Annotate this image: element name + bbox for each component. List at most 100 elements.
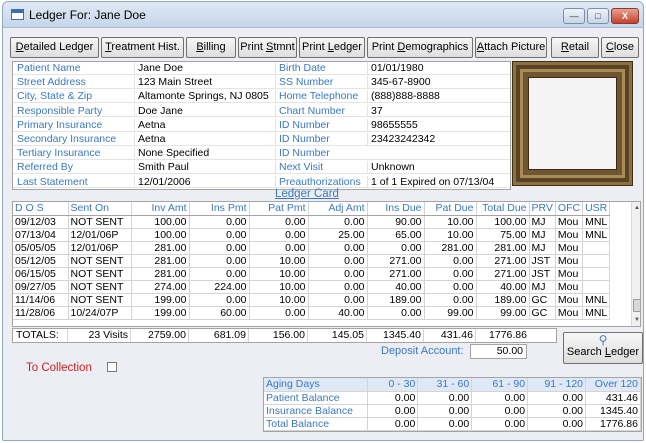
info-value[interactable]: 1 of 1 Expired on 07/13/04 (367, 175, 509, 188)
ledger-cell: GC (529, 293, 556, 307)
ledger-row[interactable]: 09/12/03 NOT SENT 100.00 0.00 0.00 0.00 90.00 1… (13, 215, 611, 229)
info-value[interactable]: (888)888-8888 (367, 90, 509, 103)
info-value[interactable]: Jane Doe (134, 62, 272, 74)
totals-inv-amt: 2759.00 (131, 329, 189, 342)
close-window-button[interactable]: X (611, 8, 639, 24)
ledger-cell: 100.00 (476, 215, 530, 229)
detailed-ledger-button[interactable]: Detailed Ledger (10, 37, 99, 58)
ledger-row[interactable]: 05/05/05 12/01/06P 281.00 0.00 0.00 0.00 0.00 2… (13, 241, 611, 255)
ledger-header-row: D O S Sent On Inv Amt Ins Pmt Pat Pmt Adj Amt… (13, 202, 611, 216)
ledger-column-header[interactable]: Pat Due (424, 202, 477, 216)
print-ledger-button[interactable]: Print Ledger (299, 37, 365, 58)
aging-value: 0.00 (471, 391, 529, 405)
ledger-cell: MNL (582, 228, 611, 242)
ledger-cell: 271.00 (367, 267, 425, 281)
ledger-cell: Mou (555, 254, 584, 268)
ledger-cell: 189.00 (476, 293, 530, 307)
ledger-column-header[interactable]: D O S (13, 202, 69, 216)
info-value[interactable]: Aetna (134, 133, 272, 145)
print-statement-button[interactable]: Print Stmnt (238, 37, 297, 58)
ledger-cell: Mou (555, 267, 584, 281)
aging-header-cell: Over 120 (585, 378, 641, 392)
ledger-row[interactable]: 11/28/06 10/24/07P 199.00 60.00 0.00 40.00 0.0… (13, 306, 611, 320)
info-value[interactable]: Smith Paul (134, 161, 272, 174)
search-ledger-button[interactable]: ⚲ Search Ledger (563, 332, 643, 364)
ledger-cell: 0.00 (308, 254, 368, 268)
ledger-column-header[interactable]: Inv Amt (131, 202, 190, 216)
ledger-cell: 271.00 (367, 254, 425, 268)
info-value[interactable]: Unknown (367, 161, 509, 174)
ledger-row[interactable]: 06/15/05 NOT SENT 281.00 0.00 10.00 0.00 271.0… (13, 267, 611, 281)
ledger-cell: 100.00 (131, 215, 190, 229)
treatment-history-button[interactable]: Treatment Hist. (101, 37, 184, 58)
info-value[interactable]: 12/01/2006 (134, 175, 272, 188)
ledger-cell: Mou (555, 280, 584, 294)
ledger-column-header[interactable]: USR (582, 202, 611, 216)
ledger-cell: 10/24/07P (68, 306, 132, 320)
ledger-cell: Mou (555, 228, 584, 242)
patient-info-row: Street Address 123 Main Street SS Number 34… (13, 76, 510, 90)
info-value[interactable]: 345-67-8900 (367, 76, 509, 89)
aging-row: Total Balance 0.00 0.00 0.00 0.00 1776.86 (264, 417, 641, 432)
ledger-row[interactable]: 09/27/05 NOT SENT 274.00 224.00 10.00 0.00 40.… (13, 280, 611, 294)
ledger-cell: 65.00 (367, 228, 425, 242)
info-value[interactable]: Altamonte Springs, NJ 0805 (134, 90, 272, 103)
ledger-row[interactable]: 11/14/06 NOT SENT 199.00 0.00 10.00 0.00 189.0… (13, 293, 611, 307)
totals-label: TOTALS: (13, 329, 68, 342)
billing-button[interactable]: Billing (186, 37, 236, 58)
to-collection-checkbox[interactable] (107, 362, 117, 372)
attach-picture-button[interactable]: Attach Picture (475, 37, 547, 58)
to-collection-label: To Collection (26, 362, 92, 374)
info-label: Home Telephone (275, 90, 367, 103)
ledger-cell (582, 267, 611, 281)
ledger-cell: 281.00 (131, 267, 190, 281)
ledger-column-header[interactable]: Sent On (68, 202, 132, 216)
info-label: ID Number (275, 147, 367, 160)
ledger-cell: 281.00 (131, 241, 190, 255)
ledger-column-header[interactable]: Adj Amt (308, 202, 368, 216)
scroll-up-arrow-icon[interactable]: ▲ (632, 203, 640, 213)
ledger-column-header[interactable]: PRV (529, 202, 556, 216)
info-value[interactable]: Aetna (134, 118, 272, 131)
ledger-cell: 40.00 (308, 306, 368, 320)
ledger-column-header[interactable]: OFC (555, 202, 584, 216)
ledger-cell: MNL (582, 306, 611, 320)
print-demographics-button[interactable]: Print Demographics (367, 37, 473, 58)
info-value[interactable]: None Specified (134, 147, 272, 160)
ledger-column-header[interactable]: Total Due (476, 202, 530, 216)
info-value[interactable]: 98655555 (367, 118, 509, 131)
ledger-row[interactable]: 07/13/04 12/01/06P 100.00 0.00 0.00 25.00 65.0… (13, 228, 611, 242)
ledger-cell: 281.00 (131, 254, 190, 268)
ledger-cell: MNL (582, 293, 611, 307)
scroll-down-arrow-icon[interactable]: ▼ (632, 315, 640, 325)
ledger-cell: 05/05/05 (13, 241, 69, 255)
info-value[interactable]: 01/01/1980 (367, 62, 509, 74)
ledger-cell (582, 241, 611, 255)
ledger-column-header[interactable]: Ins Pmt (189, 202, 250, 216)
info-value[interactable]: 123 Main Street (134, 76, 272, 89)
scroll-thumb[interactable] (633, 299, 640, 312)
ledger-cell: 281.00 (424, 241, 477, 255)
ledger-cell: 10.00 (249, 293, 309, 307)
retail-button[interactable]: Retail (551, 37, 599, 58)
ledger-scrollbar[interactable]: ▲ ▼ (631, 202, 640, 326)
aging-value: 0.00 (367, 404, 419, 419)
ledger-cell: 100.00 (131, 228, 190, 242)
aging-value: 0.00 (527, 391, 586, 405)
close-button[interactable]: Close (601, 37, 639, 58)
ledger-column-header[interactable]: Pat Pmt (249, 202, 309, 216)
maximize-button[interactable]: □ (587, 8, 609, 24)
patient-info-row: Last Statement 12/01/2006 Preauthorization… (13, 175, 510, 189)
info-value[interactable]: Doe Jane (134, 104, 272, 117)
ledger-cell: Mou (555, 241, 584, 255)
deposit-account-field[interactable]: 50.00 (470, 344, 527, 359)
ledger-cell: 271.00 (476, 254, 530, 268)
minimize-button[interactable]: — (563, 8, 585, 24)
ledger-row[interactable]: 05/12/05 NOT SENT 281.00 0.00 10.00 0.00 271.0… (13, 254, 611, 268)
info-value[interactable]: 37 (367, 104, 509, 117)
patient-picture-frame[interactable] (512, 61, 633, 186)
info-label: Street Address (17, 76, 86, 89)
ledger-column-header[interactable]: Ins Due (367, 202, 425, 216)
info-value[interactable]: 23423242342 (367, 133, 509, 145)
ledger-card-title[interactable]: Ledger Card (275, 188, 339, 200)
